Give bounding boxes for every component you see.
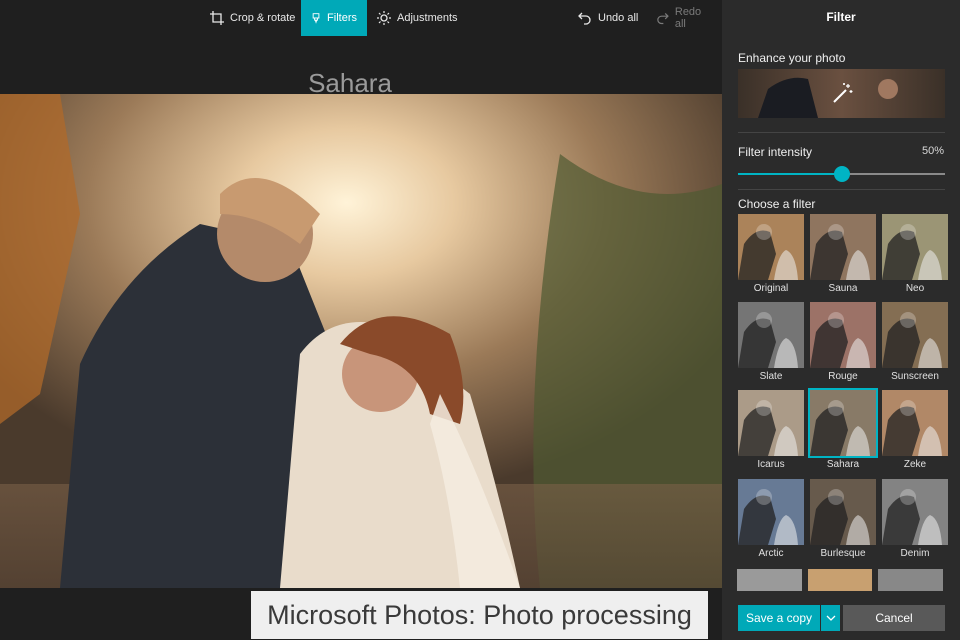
enhance-photo-button[interactable]	[738, 69, 945, 118]
magic-wand-icon	[833, 83, 853, 103]
filter-thumbnail	[882, 479, 948, 545]
divider	[738, 189, 945, 190]
filter-label: Original	[753, 283, 789, 294]
adjustments-tab[interactable]: Adjustments	[367, 0, 468, 36]
cancel-button[interactable]: Cancel	[843, 605, 945, 631]
filter-option-icarus[interactable]: Icarus	[737, 390, 805, 470]
intensity-value: 50%	[921, 145, 944, 157]
filter-brush-icon	[312, 13, 320, 24]
filter-option-denim[interactable]: Denim	[881, 479, 949, 559]
filter-thumbnail	[810, 302, 876, 368]
photo-preview	[0, 94, 722, 588]
filter-thumb-partial[interactable]	[737, 569, 802, 591]
undo-all-button[interactable]: Undo all	[568, 0, 648, 36]
filter-thumbnail	[808, 388, 878, 458]
photo-image	[0, 94, 722, 588]
save-copy-button[interactable]: Save a copy	[738, 605, 820, 631]
slider-fill	[738, 173, 842, 175]
filter-label: Sunscreen	[891, 371, 939, 382]
filter-thumbnail	[882, 302, 948, 368]
redo-all-label: Redo all	[674, 6, 702, 30]
intensity-slider[interactable]	[738, 166, 945, 182]
undo-icon	[578, 12, 591, 25]
filter-label: Zeke	[903, 459, 927, 470]
crop-icon	[210, 11, 224, 25]
filter-label: Icarus	[757, 459, 785, 470]
enhance-label: Enhance your photo	[738, 51, 846, 65]
redo-icon	[657, 12, 669, 25]
filter-option-rouge[interactable]: Rouge	[809, 302, 877, 382]
filter-thumb-partial[interactable]	[807, 569, 873, 591]
edit-toolbar: Crop & rotate Filters Adjustments Undo a…	[0, 0, 722, 36]
filter-option-zeke[interactable]: Zeke	[881, 390, 949, 470]
choose-filter-label: Choose a filter	[738, 197, 816, 211]
filter-option-neo[interactable]: Neo	[881, 214, 949, 294]
filter-label: Arctic	[758, 548, 784, 559]
filter-thumb-partial[interactable]	[878, 569, 944, 591]
chevron-down-icon	[826, 615, 835, 621]
image-caption: Microsoft Photos: Photo processing	[251, 591, 708, 639]
filter-option-sunscreen[interactable]: Sunscreen	[881, 302, 949, 382]
crop-rotate-label: Crop & rotate	[230, 12, 296, 24]
filter-label: Slate	[759, 371, 783, 382]
filter-thumbnail	[882, 214, 948, 280]
filter-thumbnail	[882, 390, 948, 456]
filter-thumbnail	[738, 214, 804, 280]
filters-label: Filters	[327, 12, 357, 24]
save-options-dropdown[interactable]	[821, 605, 840, 631]
sun-icon	[377, 11, 391, 25]
filter-label: Rouge	[828, 371, 858, 382]
filter-thumbnail	[738, 479, 804, 545]
slider-thumb[interactable]	[833, 166, 850, 182]
filter-option-original[interactable]: Original	[737, 214, 805, 294]
filter-label: Denim	[900, 548, 930, 559]
filter-option-slate[interactable]: Slate	[737, 302, 805, 382]
panel-footer: Save a copy Cancel	[722, 596, 960, 640]
panel-title: Filter	[826, 10, 856, 24]
filters-tab[interactable]: Filters	[301, 0, 367, 36]
filter-thumbnail	[738, 302, 804, 368]
filter-option-sahara[interactable]: Sahara	[808, 388, 878, 470]
filter-thumbnail	[810, 479, 876, 545]
divider	[738, 132, 945, 133]
filter-label: Sahara	[826, 459, 860, 470]
filter-panel: Filter Enhance your photo Filter intensi…	[722, 0, 960, 640]
filter-thumbnail	[738, 390, 804, 456]
adjustments-label: Adjustments	[397, 12, 458, 24]
filter-option-burlesque[interactable]: Burlesque	[809, 479, 877, 559]
filter-row-partial	[737, 569, 944, 591]
filter-label: Burlesque	[820, 548, 866, 559]
filter-label: Neo	[905, 283, 925, 294]
filter-thumbnail	[810, 214, 876, 280]
crop-rotate-tab[interactable]: Crop & rotate	[200, 0, 305, 36]
filter-option-sauna[interactable]: Sauna	[809, 214, 877, 294]
filter-label: Sauna	[828, 283, 858, 294]
undo-all-label: Undo all	[598, 12, 639, 24]
intensity-label: Filter intensity	[738, 145, 813, 159]
redo-all-button[interactable]: Redo all	[646, 0, 722, 36]
filter-option-arctic[interactable]: Arctic	[737, 479, 805, 559]
